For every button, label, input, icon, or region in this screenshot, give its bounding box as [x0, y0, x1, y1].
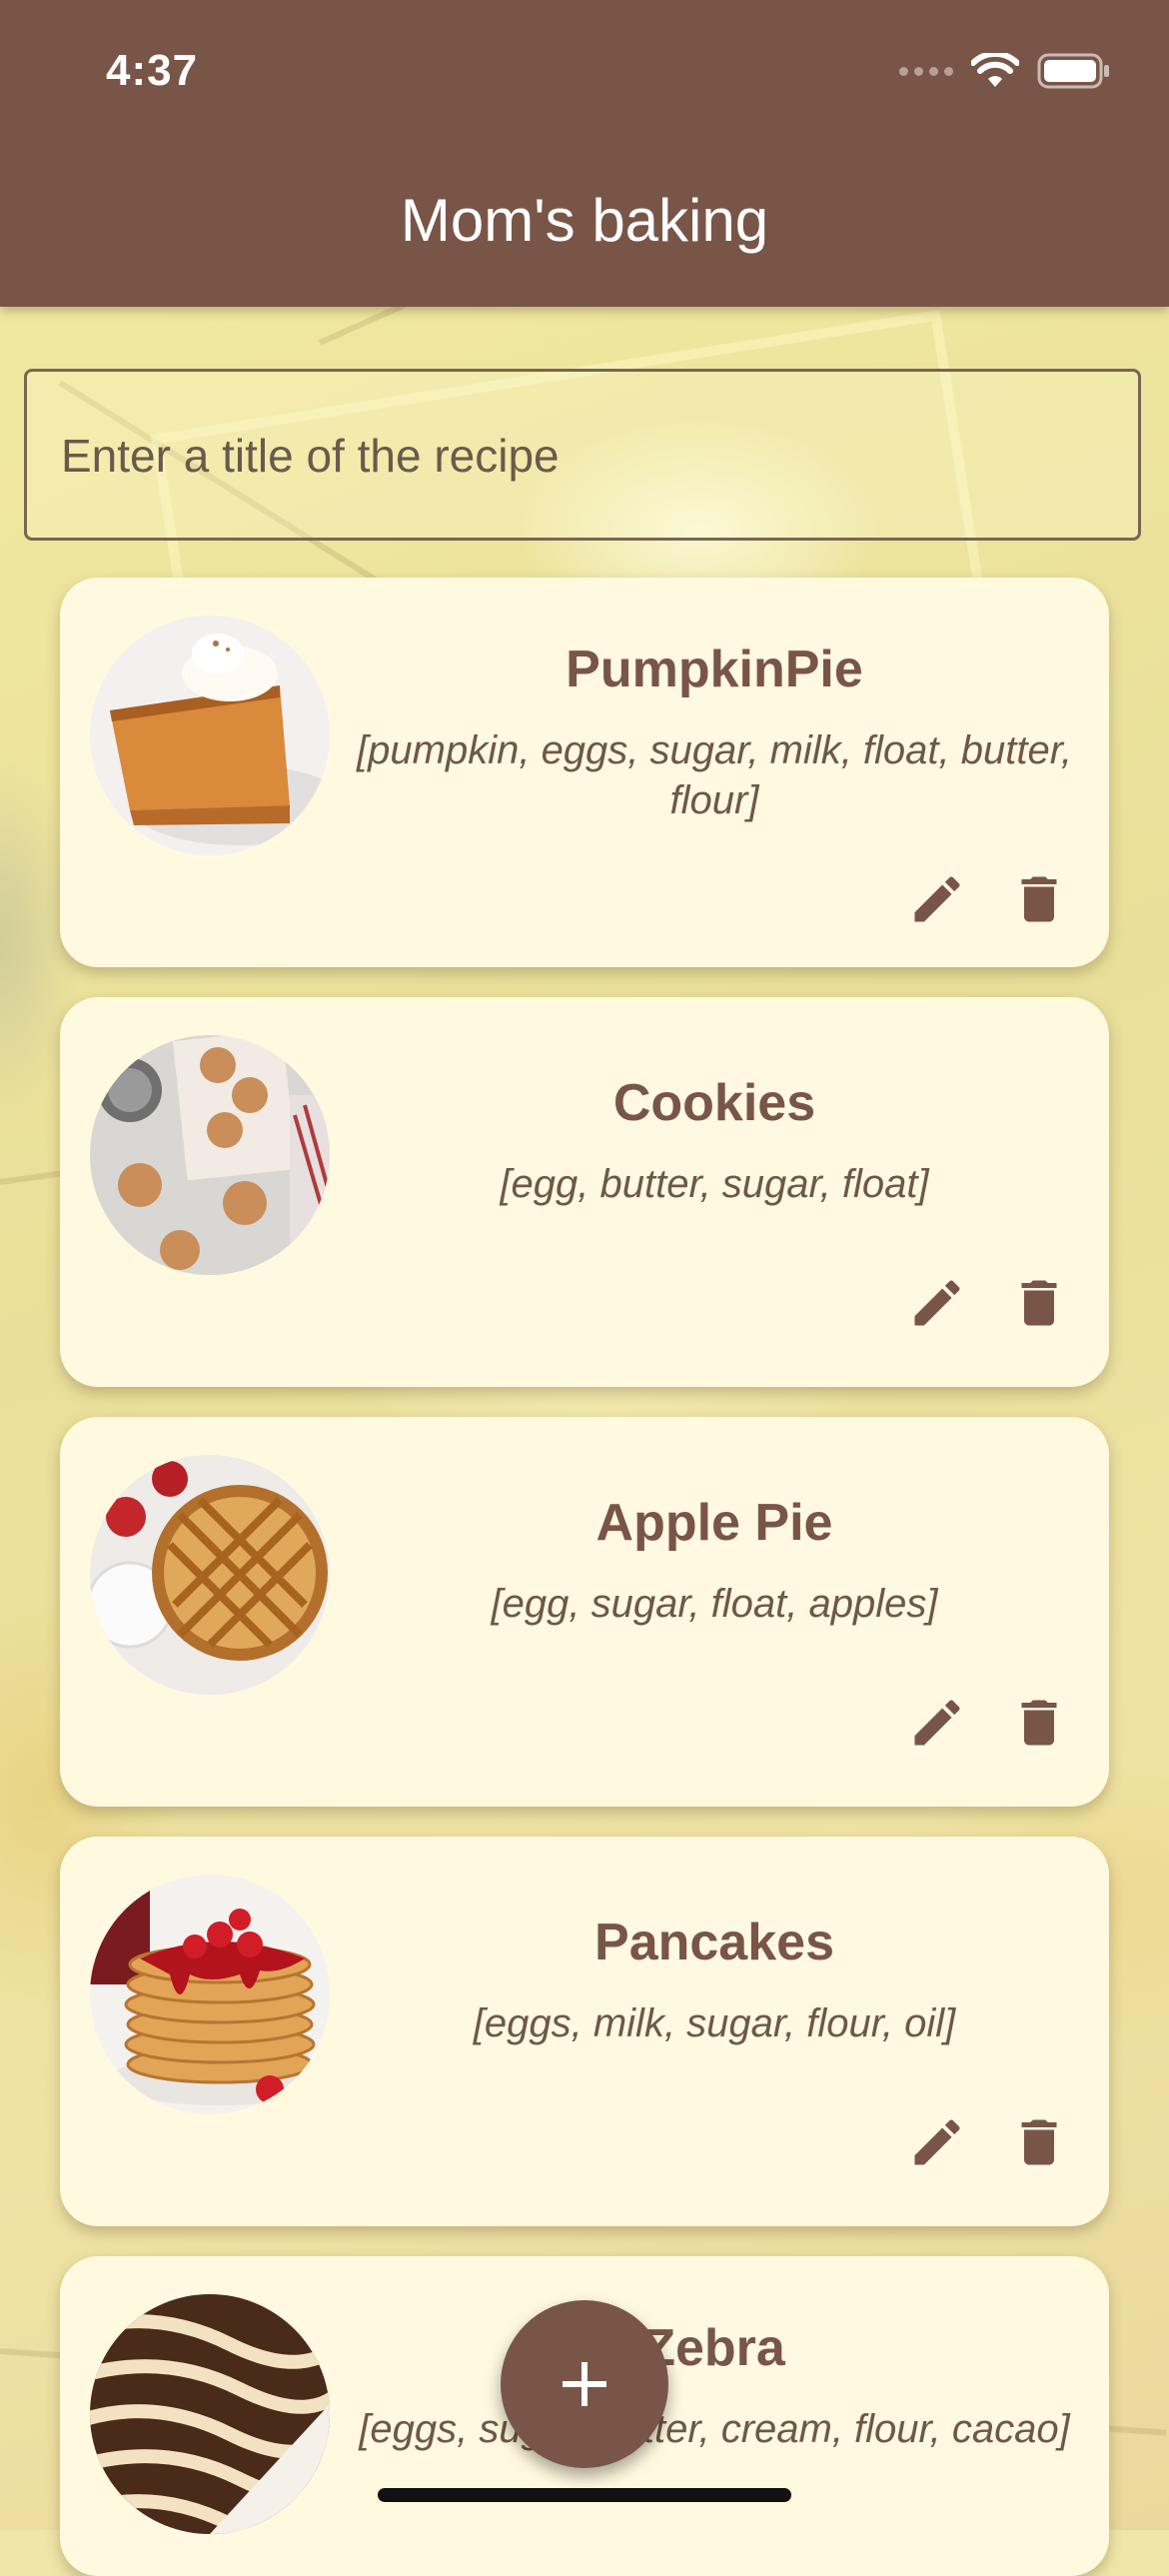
- recipe-title-input[interactable]: [59, 372, 1102, 540]
- trash-icon: [1021, 2119, 1057, 2165]
- app-bar: 4:37 Mom's baking: [0, 0, 1169, 307]
- delete-button[interactable]: [1003, 1687, 1075, 1759]
- recipe-ingredients: [eggs, sugar, butter, cream, flour, caca…: [359, 2407, 1070, 2451]
- pencil-icon: [914, 1700, 960, 1746]
- pencil-icon: [914, 876, 960, 922]
- recipe-card-pumpkinpie[interactable]: PumpkinPie [pumpkin, eggs, sugar, milk, …: [60, 578, 1109, 967]
- edit-button[interactable]: [901, 2106, 973, 2178]
- recipe-title: Pancakes: [594, 1914, 834, 1971]
- recipe-card-cookies[interactable]: Cookies [egg, butter, sugar, float]: [60, 997, 1109, 1387]
- trash-icon: [1021, 1700, 1057, 1746]
- recipe-image: [90, 1455, 330, 1695]
- pencil-icon: [914, 2119, 960, 2165]
- pencil-icon: [914, 1280, 960, 1326]
- battery-icon: [1037, 53, 1109, 89]
- edit-button[interactable]: [901, 863, 973, 935]
- recipe-image: [90, 2294, 330, 2534]
- delete-button[interactable]: [1003, 1267, 1075, 1339]
- edit-button[interactable]: [901, 1687, 973, 1759]
- status-time: 4:37: [106, 46, 199, 95]
- edit-button[interactable]: [901, 1267, 973, 1339]
- add-recipe-button[interactable]: [501, 2300, 668, 2468]
- recipe-title: PumpkinPie: [566, 641, 863, 698]
- recipe-card-pancakes[interactable]: Pancakes [eggs, milk, sugar, flour, oil]: [60, 1837, 1109, 2226]
- wifi-icon: [971, 53, 1019, 87]
- page-title: Mom's baking: [400, 187, 769, 254]
- recipe-search-field[interactable]: [24, 369, 1141, 541]
- recipe-title: Cookies: [612, 1074, 816, 1132]
- recipe-image: [90, 1035, 330, 1275]
- recipe-ingredients: [egg, sugar, float, apples]: [491, 1582, 938, 1626]
- recipe-image: [90, 616, 330, 855]
- home-indicator[interactable]: [378, 2488, 791, 2502]
- recipe-title: Apple Pie: [595, 1494, 833, 1552]
- recipe-ingredients: [egg, butter, sugar, float]: [500, 1162, 929, 1206]
- trash-icon: [1021, 1280, 1057, 1326]
- recipe-card-apple-pie[interactable]: Apple Pie [egg, sugar, float, apples]: [60, 1417, 1109, 1807]
- recipe-image: [90, 1875, 330, 2114]
- recipe-title: Zebra: [643, 2319, 785, 2377]
- delete-button[interactable]: [1003, 863, 1075, 935]
- trash-icon: [1021, 876, 1057, 922]
- status-icons: [899, 52, 1111, 90]
- signal-icon: [899, 66, 953, 76]
- delete-button[interactable]: [1003, 2106, 1075, 2178]
- recipe-ingredients: [eggs, milk, sugar, flour, oil]: [473, 2001, 956, 2045]
- recipe-ingredients: [pumpkin, eggs, sugar, milk, float, butt…: [357, 728, 1072, 822]
- plus-icon: [563, 2362, 606, 2406]
